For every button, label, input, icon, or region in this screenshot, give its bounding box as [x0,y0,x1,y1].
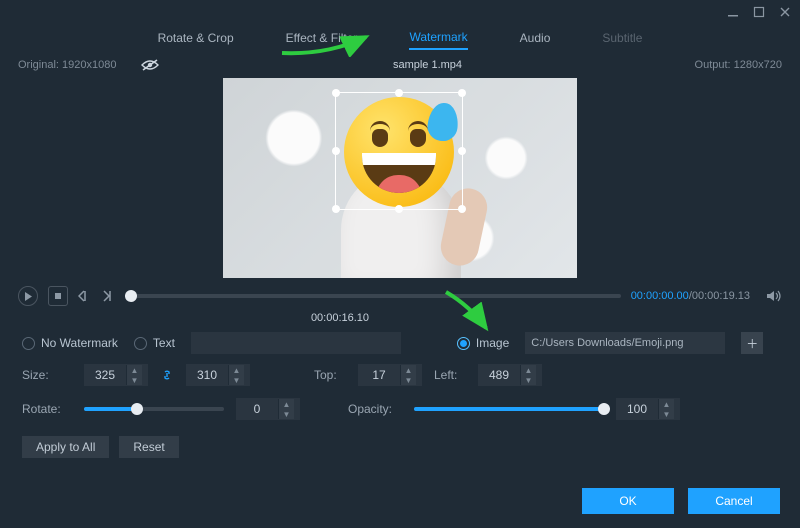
watermark-image[interactable] [344,97,454,207]
play-button[interactable] [18,286,38,306]
tab-effect-filter[interactable]: Effect & Filter [286,27,358,49]
preview-toggle-icon[interactable] [140,58,160,72]
original-size-label: Original: 1920x1080 [18,59,116,71]
rotate-slider[interactable] [84,407,224,411]
opacity-slider[interactable] [414,407,604,411]
link-aspect-icon[interactable] [160,368,174,382]
opacity-value[interactable]: ▲▼ [616,398,680,420]
rotate-opacity-row: Rotate: ▲▼ Opacity: ▲▼ [0,392,800,426]
timeline-track[interactable] [126,294,621,298]
cancel-button[interactable]: Cancel [688,488,780,514]
next-frame-button[interactable] [102,290,116,302]
rotate-value[interactable]: ▲▼ [236,398,300,420]
top-input[interactable]: ▲▼ [358,364,422,386]
stop-button[interactable] [48,286,68,306]
volume-icon[interactable] [766,289,782,303]
left-label: Left: [434,368,466,382]
dialog-footer: OK Cancel [582,488,780,514]
radio-image[interactable]: Image [457,336,509,350]
close-button[interactable] [778,5,792,19]
tab-subtitle[interactable]: Subtitle [602,27,642,49]
opacity-label: Opacity: [348,402,402,416]
apply-to-all-button[interactable]: Apply to All [22,436,109,458]
rotate-label: Rotate: [22,402,72,416]
ok-button[interactable]: OK [582,488,674,514]
tab-watermark[interactable]: Watermark [409,26,467,50]
editor-tabs: Rotate & Crop Effect & Filter Watermark … [0,24,800,52]
left-input[interactable]: ▲▼ [478,364,542,386]
video-preview[interactable] [223,78,577,278]
playback-bar: 00:00:00.00/00:00:19.13 [0,278,800,314]
add-image-button[interactable]: ＋ [741,332,763,354]
watermark-bounding-box[interactable] [335,92,463,210]
reset-button[interactable]: Reset [119,436,178,458]
top-label: Top: [314,368,346,382]
hover-timestamp: 00:00:16.10 [0,312,800,324]
image-path-field[interactable]: C:/Users Downloads/Emoji.png [525,332,725,354]
width-input[interactable]: ▲▼ [84,364,148,386]
output-size-label: Output: 1280x720 [695,59,782,71]
size-label: Size: [22,368,72,382]
filename-label: sample 1.mp4 [160,59,694,71]
info-bar: Original: 1920x1080 sample 1.mp4 Output:… [0,52,800,78]
tab-audio[interactable]: Audio [520,27,551,49]
maximize-button[interactable] [752,5,766,19]
minimize-button[interactable] [726,5,740,19]
height-input[interactable]: ▲▼ [186,364,250,386]
tab-rotate-crop[interactable]: Rotate & Crop [158,27,234,49]
text-watermark-input[interactable] [191,332,401,354]
size-position-row: Size: ▲▼ ▲▼ Top: ▲▼ Left: ▲▼ [0,358,800,392]
time-counter: 00:00:00.00/00:00:19.13 [631,290,750,302]
window-titlebar [0,0,800,24]
radio-no-watermark[interactable]: No Watermark [22,336,118,350]
watermark-mode-row: No Watermark Text Image C:/Users Downloa… [0,328,800,358]
radio-text[interactable]: Text [134,336,175,350]
prev-frame-button[interactable] [78,290,92,302]
